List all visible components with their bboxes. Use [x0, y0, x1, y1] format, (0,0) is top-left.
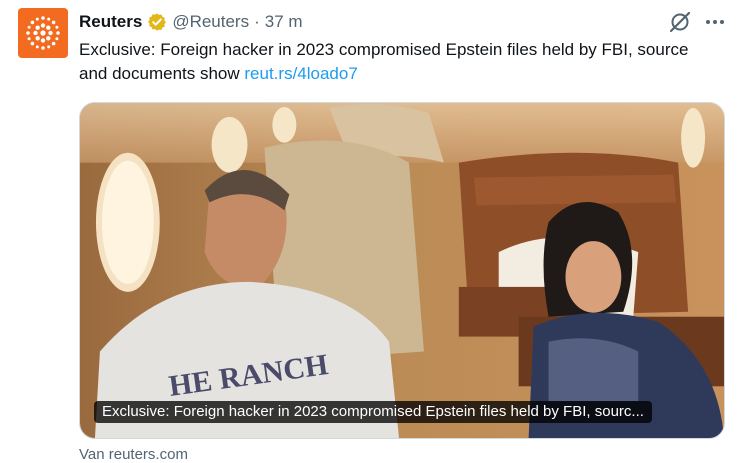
tweet-header: Reuters @Reuters · 37 m [79, 10, 303, 34]
tweet-text: Exclusive: Foreign hacker in 2023 compro… [79, 38, 719, 86]
separator: · [254, 12, 260, 31]
reuters-logo-icon [26, 16, 60, 50]
timestamp[interactable]: 37 m [265, 12, 303, 32]
avatar[interactable] [18, 8, 68, 58]
account-name[interactable]: Reuters [79, 12, 142, 32]
card-image: HE RANCH [80, 103, 724, 438]
tweet-body: Exclusive: Foreign hacker in 2023 compro… [79, 40, 689, 83]
grok-icon[interactable] [668, 10, 692, 34]
more-icon[interactable] [703, 10, 727, 34]
link-card[interactable]: HE RANCH Exclusive: Foreign hacker in 20… [79, 102, 725, 439]
tweet-link[interactable]: reut.rs/4loado7 [244, 64, 357, 83]
card-source[interactable]: Van reuters.com [79, 446, 188, 463]
verified-badge-icon[interactable] [147, 12, 167, 32]
handle[interactable]: @Reuters [172, 12, 249, 32]
card-caption: Exclusive: Foreign hacker in 2023 compro… [94, 401, 652, 423]
